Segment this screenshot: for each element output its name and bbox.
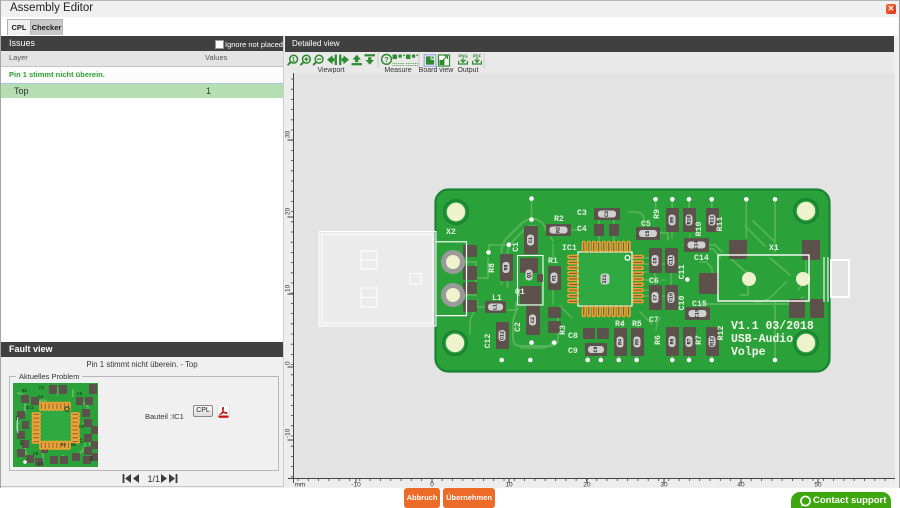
svg-text:IC1: IC1 (562, 244, 577, 253)
svg-text:0: 0 (285, 361, 292, 365)
svg-text:C15: C15 (695, 309, 701, 318)
svg-text:PDF: PDF (473, 53, 482, 58)
svg-text:C11: C11 (669, 256, 675, 265)
svg-text:C10: C10 (678, 296, 687, 311)
svg-text:R12: R12 (710, 337, 716, 346)
svg-text:R1: R1 (552, 275, 558, 281)
svg-text:R3: R3 (559, 325, 568, 335)
svg-text:mm: mm (295, 482, 306, 488)
svg-text:R4: R4 (615, 320, 625, 329)
svg-text:C1: C1 (512, 242, 521, 252)
svg-text:C7: C7 (653, 294, 659, 300)
svg-text:R1: R1 (548, 257, 558, 266)
svg-text:C3: C3 (604, 211, 610, 217)
svg-text:R7: R7 (687, 338, 693, 344)
svg-text:Q1: Q1 (515, 288, 525, 297)
svg-text:Volpe: Volpe (731, 346, 766, 359)
svg-text:C7: C7 (649, 316, 659, 325)
svg-text:C15: C15 (692, 300, 707, 309)
svg-text:C12: C12 (484, 334, 493, 349)
svg-text:-10: -10 (285, 428, 292, 438)
svg-text:R8: R8 (504, 264, 510, 270)
svg-text:?: ? (384, 57, 388, 64)
svg-text:1/1: 1/1 (148, 474, 161, 484)
svg-text:R6: R6 (654, 335, 663, 345)
svg-text:IC1: IC1 (602, 274, 608, 283)
svg-text:C6: C6 (649, 277, 659, 286)
svg-text:R9: R9 (670, 217, 676, 223)
svg-text:R12: R12 (717, 326, 726, 341)
svg-text:R10: R10 (695, 222, 704, 237)
svg-text:C5: C5 (645, 230, 651, 236)
svg-text:30: 30 (285, 130, 292, 138)
svg-text:C9: C9 (568, 347, 578, 356)
svg-text:C8: C8 (653, 257, 659, 263)
svg-text:R8: R8 (488, 263, 497, 273)
svg-text:C9: C9 (593, 346, 599, 352)
svg-text:R5: R5 (635, 339, 641, 345)
svg-text:R2: R2 (554, 215, 564, 224)
svg-text:V1.1 03/2018: V1.1 03/2018 (731, 320, 814, 333)
svg-text:C10: C10 (669, 293, 675, 302)
svg-text:C1: C1 (528, 237, 534, 243)
svg-text:X1: X1 (769, 244, 779, 253)
svg-text:C2: C2 (530, 317, 536, 323)
svg-text:L1: L1 (493, 304, 499, 310)
svg-text:USB-Audio: USB-Audio (731, 333, 793, 346)
svg-text:X2: X2 (446, 228, 456, 237)
svg-text:C11: C11 (678, 265, 687, 280)
svg-text:C2: C2 (514, 322, 523, 332)
svg-text:R4: R4 (618, 339, 624, 345)
svg-text:R9: R9 (653, 209, 662, 219)
svg-text:R11: R11 (710, 215, 716, 224)
svg-text:R2: R2 (556, 227, 562, 233)
svg-text:20: 20 (285, 207, 292, 215)
svg-text:R10: R10 (687, 215, 693, 224)
svg-text:R6: R6 (670, 338, 676, 344)
svg-text:C8: C8 (568, 332, 578, 341)
svg-text:C4: C4 (577, 225, 587, 234)
svg-text:Q1: Q1 (527, 272, 533, 278)
svg-text:C14: C14 (694, 254, 709, 263)
svg-text:R5: R5 (632, 320, 642, 329)
svg-text:R11: R11 (716, 217, 725, 232)
svg-text:C3: C3 (577, 209, 587, 218)
svg-text:10: 10 (285, 284, 292, 292)
svg-text:L1: L1 (492, 294, 502, 303)
svg-text:C5: C5 (641, 220, 651, 229)
svg-text:C14: C14 (694, 240, 700, 249)
svg-text:PNG: PNG (458, 53, 468, 58)
svg-text:C12: C12 (500, 331, 506, 340)
svg-text:R7: R7 (695, 335, 704, 345)
